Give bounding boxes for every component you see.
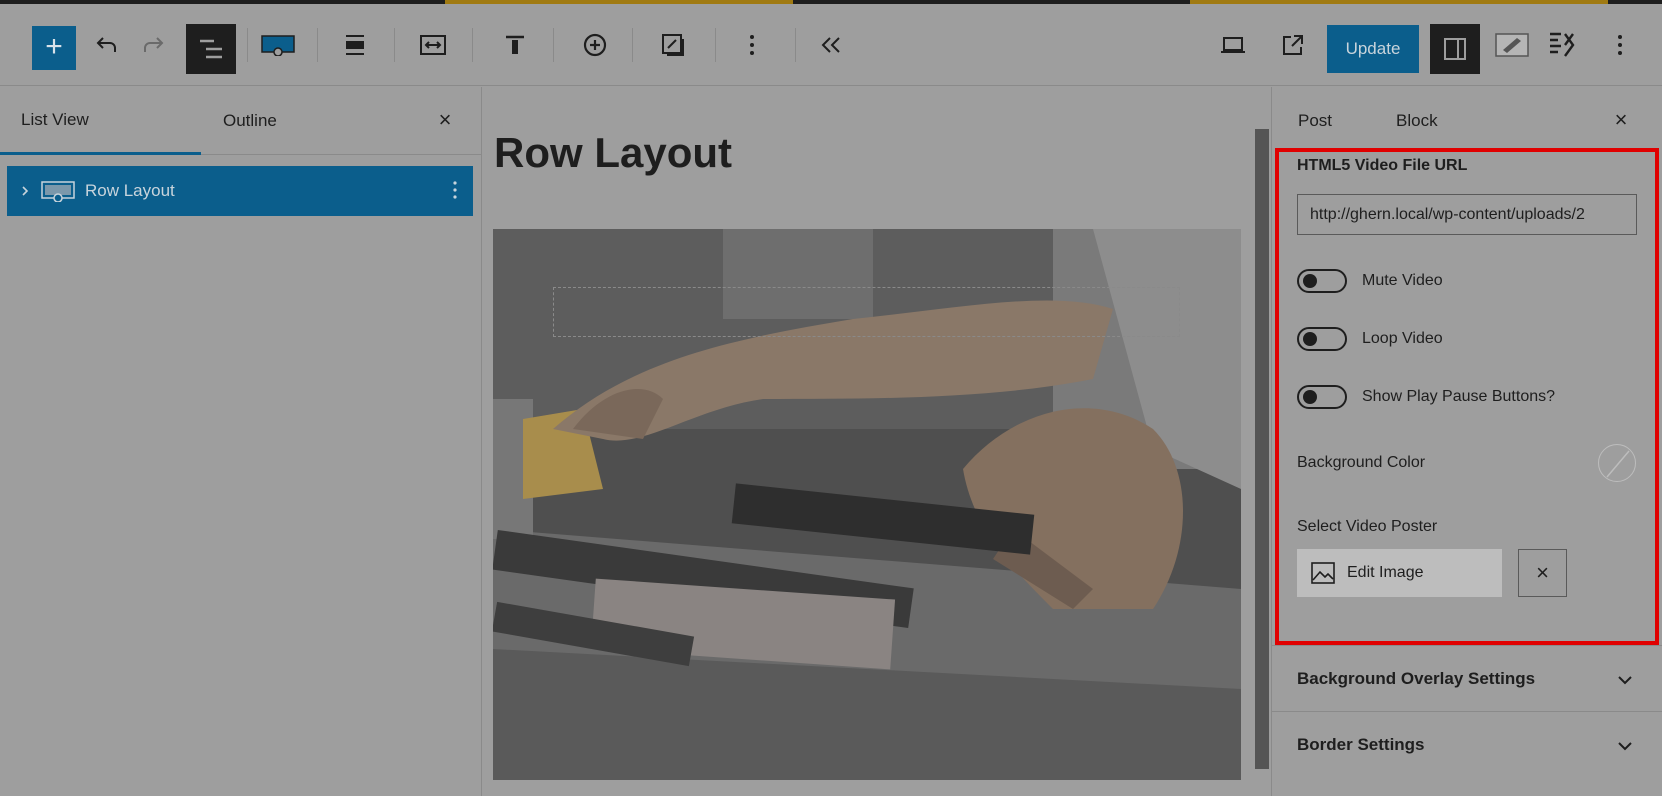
list-item[interactable]: Row Layout xyxy=(7,166,473,216)
cover-block-icon[interactable] xyxy=(258,4,298,86)
options-icon[interactable] xyxy=(1608,4,1632,86)
toolbar-divider xyxy=(317,28,318,62)
list-view-icon xyxy=(200,39,222,59)
toolbar-divider xyxy=(472,28,473,62)
collapse-icon[interactable] xyxy=(816,4,846,86)
toggle-knob xyxy=(1303,332,1317,346)
play-pause-toggle[interactable] xyxy=(1297,385,1347,409)
mute-video-toggle[interactable] xyxy=(1297,269,1347,293)
settings-panel-icon xyxy=(1444,38,1466,60)
block-inserter-button[interactable]: + xyxy=(32,26,76,70)
scrollbar-thumb[interactable] xyxy=(1255,129,1269,769)
settings-panel-button[interactable] xyxy=(1430,24,1480,74)
external-link-icon[interactable] xyxy=(1278,4,1308,86)
close-icon[interactable]: × xyxy=(430,105,460,135)
tab-post[interactable]: Post xyxy=(1298,87,1332,155)
chevron-down-icon xyxy=(1618,736,1632,756)
toolbar-divider xyxy=(715,28,716,62)
close-icon[interactable]: × xyxy=(1606,105,1636,135)
page-title[interactable]: Row Layout xyxy=(494,129,732,177)
video-poster-label: Select Video Poster xyxy=(1297,518,1438,535)
toolbar-divider xyxy=(632,28,633,62)
more-vertical-icon[interactable] xyxy=(453,180,457,200)
background-color-swatch[interactable] xyxy=(1598,444,1636,482)
update-button[interactable]: Update xyxy=(1327,25,1419,73)
section-title: Background Overlay Settings xyxy=(1297,668,1536,688)
toolbar-divider xyxy=(247,28,248,62)
tab-block[interactable]: Block xyxy=(1396,87,1438,155)
border-settings-section[interactable]: Border Settings xyxy=(1271,711,1662,777)
undo-icon[interactable] xyxy=(92,4,122,86)
canvas-scrollbar[interactable] xyxy=(1253,87,1271,796)
list-view-panel: List View Outline × Row Layout xyxy=(0,87,482,796)
chevron-down-icon xyxy=(1618,670,1632,690)
desktop-preview-icon[interactable] xyxy=(1218,4,1248,86)
cover-image[interactable] xyxy=(493,229,1241,780)
video-url-input[interactable]: http://ghern.local/wp-content/uploads/2 xyxy=(1297,194,1637,235)
list-view-button[interactable] xyxy=(186,24,236,74)
edit-image-button[interactable]: Edit Image xyxy=(1297,549,1502,597)
tab-list-view[interactable]: List View xyxy=(0,87,201,155)
list-item-label: Row Layout xyxy=(85,181,175,200)
background-overlay-section[interactable]: Background Overlay Settings xyxy=(1271,645,1662,711)
redo-icon[interactable] xyxy=(138,4,168,86)
align-icon[interactable] xyxy=(340,4,370,86)
editor-canvas: Row Layout xyxy=(483,87,1253,796)
plugin-icon[interactable] xyxy=(1545,4,1579,86)
editor-toolbar: + Update xyxy=(0,4,1662,86)
toolbar-divider xyxy=(795,28,796,62)
background-color-label: Background Color xyxy=(1297,454,1426,471)
toggle-knob xyxy=(1303,390,1317,404)
video-url-label: HTML5 Video File URL xyxy=(1297,157,1468,174)
tab-outline[interactable]: Outline xyxy=(223,87,277,155)
edit-square-icon[interactable] xyxy=(658,4,688,86)
loop-video-label: Loop Video xyxy=(1362,330,1443,347)
section-title: Border Settings xyxy=(1297,734,1425,754)
inner-block-area[interactable] xyxy=(553,287,1180,337)
remove-poster-button[interactable]: × xyxy=(1518,549,1567,597)
list-view-tabs: List View Outline × xyxy=(0,87,481,155)
mute-video-label: Mute Video xyxy=(1362,272,1443,289)
more-vertical-icon[interactable] xyxy=(740,4,764,86)
image-icon xyxy=(1311,562,1335,584)
toggle-knob xyxy=(1303,274,1317,288)
editor-icon[interactable] xyxy=(1494,4,1530,86)
cover-block-icon xyxy=(41,180,75,202)
chevron-right-icon[interactable] xyxy=(21,185,29,197)
justify-top-icon[interactable] xyxy=(500,4,530,86)
add-circle-icon[interactable] xyxy=(580,4,610,86)
play-pause-label: Show Play Pause Buttons? xyxy=(1362,388,1556,405)
full-width-icon[interactable] xyxy=(416,4,450,86)
edit-image-label: Edit Image xyxy=(1347,564,1424,581)
loop-video-toggle[interactable] xyxy=(1297,327,1347,351)
toolbar-divider xyxy=(553,28,554,62)
toolbar-divider xyxy=(394,28,395,62)
